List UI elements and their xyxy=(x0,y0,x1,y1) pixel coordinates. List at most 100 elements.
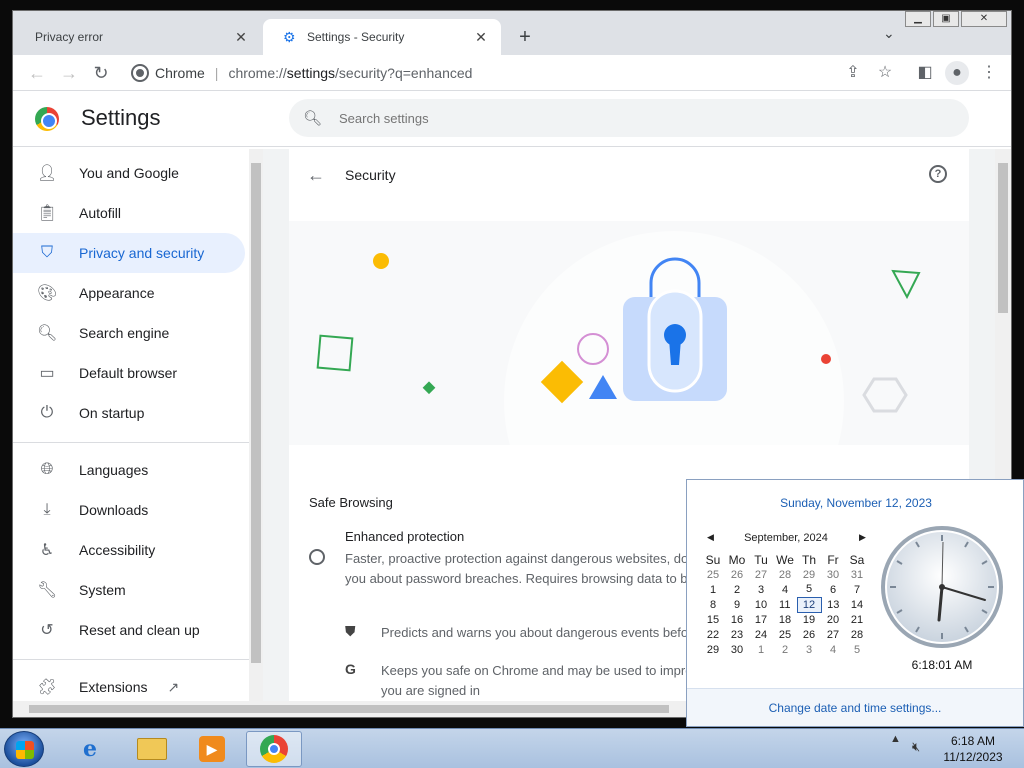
minimize-button[interactable]: ▁ xyxy=(905,11,931,27)
calendar-day[interactable]: 18 xyxy=(773,612,797,627)
horizontal-scrollbar[interactable] xyxy=(13,701,693,717)
next-month-icon[interactable]: ▶ xyxy=(859,532,866,543)
calendar-day[interactable]: 14 xyxy=(845,597,869,612)
sidebar-item-default-browser[interactable]: ▭ Default browser xyxy=(13,353,245,393)
calendar-day[interactable]: 11 xyxy=(773,597,797,612)
enhanced-protection-radio[interactable] xyxy=(309,549,325,565)
calendar-day[interactable]: 29 xyxy=(701,642,725,657)
calendar-day[interactable]: 25 xyxy=(773,627,797,642)
calendar-day[interactable]: 15 xyxy=(701,612,725,627)
change-date-time-settings-link[interactable]: Change date and time settings... xyxy=(687,688,1023,726)
calendar-day[interactable]: 3 xyxy=(797,642,821,657)
site-chip[interactable]: Chrome xyxy=(125,65,205,81)
calendar-day[interactable]: 27 xyxy=(749,567,773,582)
maximize-button[interactable]: ▣ xyxy=(933,11,959,27)
calendar-day[interactable]: 8 xyxy=(701,597,725,612)
calendar-day[interactable]: 12 xyxy=(796,596,822,613)
sidebar-item-languages[interactable]: 🌐︎ Languages xyxy=(13,450,245,490)
calendar-day[interactable]: 23 xyxy=(725,627,749,642)
calendar-day[interactable]: 31 xyxy=(845,567,869,582)
sidebar-item-privacy-and-security[interactable]: ⛉ Privacy and security xyxy=(13,233,245,273)
scrollbar-thumb[interactable] xyxy=(29,705,669,713)
side-panel-icon[interactable]: ◧ xyxy=(913,61,937,85)
calendar-day[interactable]: 9 xyxy=(725,597,749,612)
calendar-day[interactable]: 17 xyxy=(749,612,773,627)
close-icon[interactable]: ✕ xyxy=(473,29,489,46)
calendar-day[interactable]: 30 xyxy=(725,642,749,657)
calendar-day[interactable]: 3 xyxy=(749,582,773,597)
file-explorer-icon[interactable] xyxy=(124,731,180,767)
tray-expand-icon[interactable]: ▲ xyxy=(890,733,901,745)
calendar-day[interactable]: 19 xyxy=(797,612,821,627)
calendar-day[interactable]: 20 xyxy=(821,612,845,627)
search-input[interactable] xyxy=(339,110,839,126)
sidebar-item-you-and-google[interactable]: 👤︎ You and Google xyxy=(13,153,245,193)
calendar-day[interactable]: 26 xyxy=(725,567,749,582)
taskbar-clock[interactable]: 6:18 AM 11/12/2023 xyxy=(940,733,1006,765)
help-icon[interactable]: ? xyxy=(929,165,947,183)
calendar-day[interactable]: 4 xyxy=(773,582,797,597)
bookmark-star-icon[interactable]: ☆ xyxy=(873,61,897,85)
volume-muted-icon[interactable]: 🔇︎ xyxy=(912,739,920,755)
calendar-day[interactable]: 6 xyxy=(821,582,845,597)
internet-explorer-icon[interactable]: e xyxy=(62,731,118,767)
forward-button[interactable]: → xyxy=(57,61,81,85)
sidebar-item-accessibility[interactable]: ♿︎ Accessibility xyxy=(13,530,245,570)
scrollbar-thumb[interactable] xyxy=(251,163,261,663)
calendar-day[interactable]: 2 xyxy=(725,582,749,597)
calendar-day[interactable]: 1 xyxy=(749,642,773,657)
calendar-day[interactable]: 21 xyxy=(845,612,869,627)
profile-avatar-icon[interactable]: ● xyxy=(945,61,969,85)
calendar-day[interactable]: 28 xyxy=(845,627,869,642)
back-arrow-icon[interactable]: ← xyxy=(307,165,325,186)
calendar-day[interactable]: 2 xyxy=(773,642,797,657)
calendar-day[interactable]: 5 xyxy=(845,642,869,657)
weekday-label: We xyxy=(776,552,794,567)
sidebar-item-search-engine[interactable]: 🔍︎ Search engine xyxy=(13,313,245,353)
calendar-day[interactable]: 7 xyxy=(845,582,869,597)
calendar-day[interactable]: 30 xyxy=(821,567,845,582)
month-label[interactable]: September, 2024 xyxy=(701,532,871,544)
calendar-day[interactable]: 1 xyxy=(701,582,725,597)
today-link[interactable]: Sunday, November 12, 2023 xyxy=(687,496,1024,510)
calendar-day[interactable]: 28 xyxy=(773,567,797,582)
share-icon[interactable]: ⇪ xyxy=(841,61,865,85)
calendar-day[interactable]: 22 xyxy=(701,627,725,642)
chevron-down-icon[interactable]: ⌄ xyxy=(883,25,895,42)
start-button[interactable] xyxy=(4,731,44,767)
settings-search[interactable]: 🔍︎ xyxy=(289,99,969,137)
calendar-day[interactable]: 13 xyxy=(821,597,845,612)
sidebar-item-on-startup[interactable]: ⏻ On startup xyxy=(13,393,245,433)
calendar-day[interactable]: 10 xyxy=(749,597,773,612)
sidebar-item-system[interactable]: 🔧︎ System xyxy=(13,570,245,610)
site-label: Chrome xyxy=(155,65,205,81)
calendar-day[interactable]: 5 xyxy=(797,582,821,597)
reload-button[interactable]: ↻ xyxy=(89,61,113,85)
chrome-taskbar-icon[interactable] xyxy=(246,731,302,767)
calendar-day[interactable]: 24 xyxy=(749,627,773,642)
media-player-icon[interactable]: ▶ xyxy=(184,731,240,767)
window-close-button[interactable]: ✕ xyxy=(961,11,1007,27)
address-bar[interactable]: Chrome | chrome://settings/security?q=en… xyxy=(125,59,877,87)
calendar-day[interactable]: 16 xyxy=(725,612,749,627)
sidebar-item-label: Default browser xyxy=(79,365,178,381)
sidebar-item-appearance[interactable]: 🎨︎ Appearance xyxy=(13,273,245,313)
sidebar-scrollbar[interactable] xyxy=(249,149,263,707)
calendar-day[interactable]: 27 xyxy=(821,627,845,642)
tab-settings-security[interactable]: ⚙ Settings - Security ✕ xyxy=(263,19,501,55)
back-button[interactable]: ← xyxy=(25,61,49,85)
sidebar-item-autofill[interactable]: 📋︎ Autofill xyxy=(13,193,245,233)
sidebar-item-reset-and-clean-up[interactable]: ↺ Reset and clean up xyxy=(13,610,245,650)
sidebar-item-downloads[interactable]: ⤓ Downloads xyxy=(13,490,245,530)
sidebar-item-label: Accessibility xyxy=(79,542,156,558)
tab-privacy-error[interactable]: Privacy error ✕ xyxy=(15,19,261,55)
calendar-day[interactable]: 26 xyxy=(797,627,821,642)
calendar-day[interactable]: 25 xyxy=(701,567,725,582)
kebab-menu-icon[interactable]: ⋮ xyxy=(977,61,1001,85)
calendar-day[interactable]: 29 xyxy=(797,567,821,582)
calendar-day[interactable]: 4 xyxy=(821,642,845,657)
close-icon[interactable]: ✕ xyxy=(233,29,249,46)
calendar-week-row: 15 16 17 18 19 20 21 xyxy=(701,612,869,627)
new-tab-button[interactable]: + xyxy=(513,25,537,49)
scrollbar-thumb[interactable] xyxy=(998,163,1008,313)
